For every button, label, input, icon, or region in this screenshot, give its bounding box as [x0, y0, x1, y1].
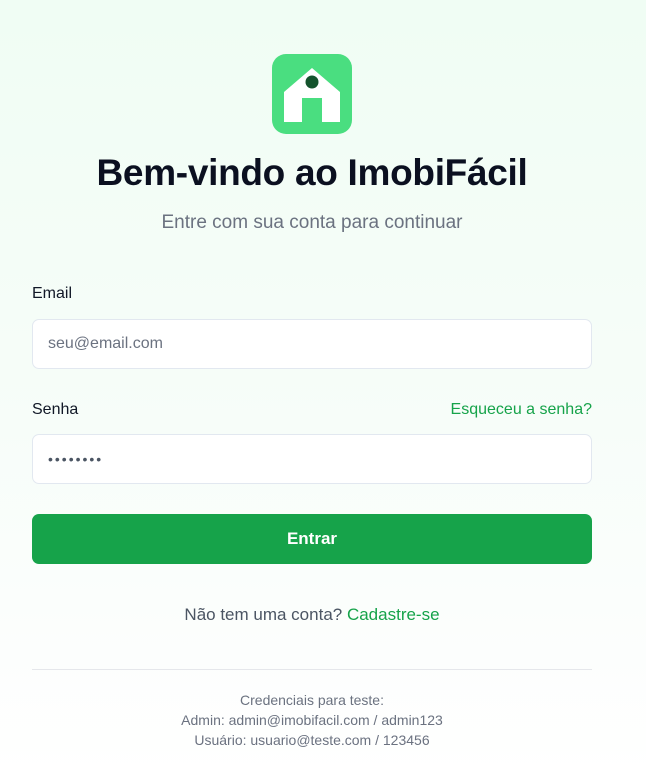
app-logo: [272, 54, 352, 134]
admin-credentials: Admin: admin@imobifacil.com / admin123: [181, 712, 443, 728]
email-input[interactable]: [32, 319, 592, 369]
signup-prompt: Não tem uma conta?: [184, 605, 347, 624]
user-credentials: Usuário: usuario@teste.com / 123456: [194, 732, 430, 748]
password-masked-value: ••••••••: [48, 451, 104, 467]
home-icon: [284, 68, 340, 122]
signup-prompt-row: Não tem uma conta? Cadastre-se: [32, 605, 592, 625]
email-label: Email: [32, 285, 73, 302]
page-title: Bem-vindo ao ImobiFácil: [96, 152, 528, 193]
forgot-password-link[interactable]: Esqueceu a senha?: [451, 401, 592, 419]
test-credentials: Credenciais para teste: Admin: admin@imo…: [32, 690, 592, 750]
signup-link[interactable]: Cadastre-se: [347, 605, 440, 624]
password-label: Senha: [32, 401, 79, 418]
page-subtitle: Entre com sua conta para continuar: [161, 212, 463, 233]
password-input[interactable]: ••••••••: [32, 434, 592, 484]
login-button[interactable]: Entrar: [32, 514, 592, 564]
credentials-heading: Credenciais para teste:: [240, 692, 384, 708]
divider: [32, 669, 592, 670]
